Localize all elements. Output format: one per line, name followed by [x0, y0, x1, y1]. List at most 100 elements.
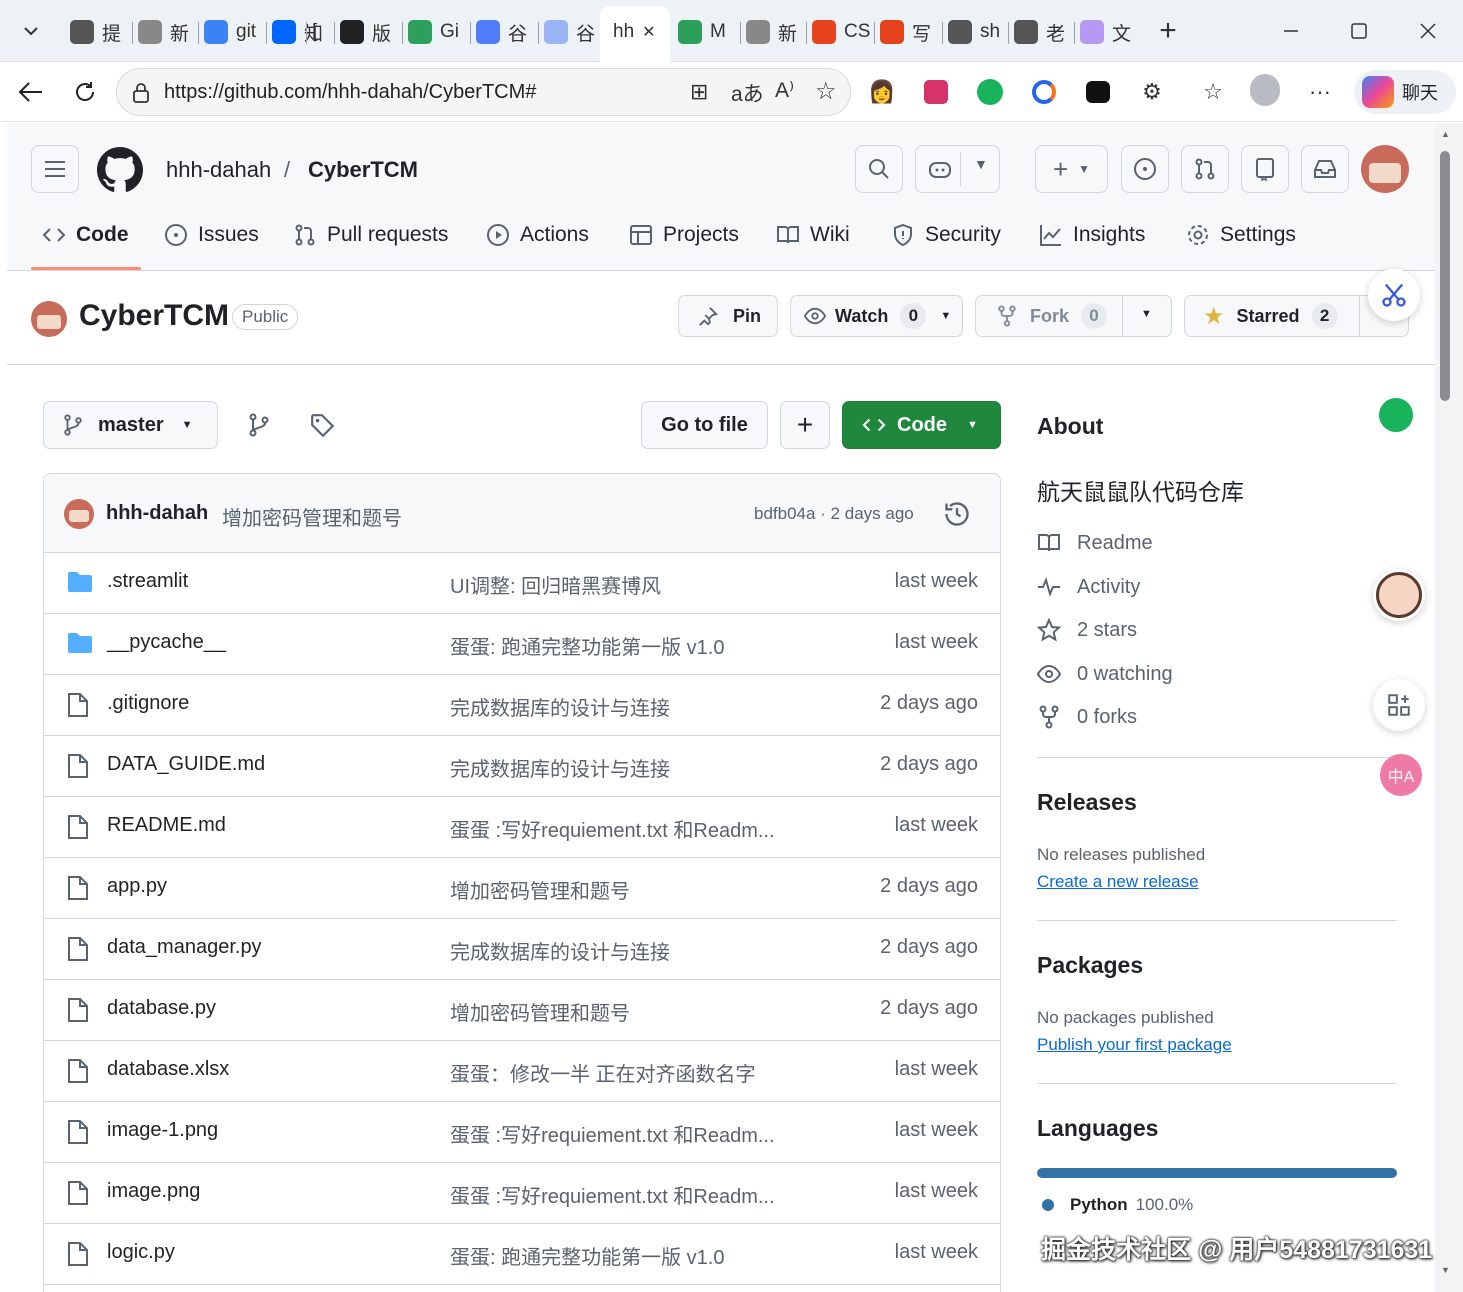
browser-tab[interactable]: M	[678, 12, 726, 52]
file-name[interactable]: README.md	[107, 814, 226, 837]
readme-link[interactable]: Readme	[1037, 531, 1153, 555]
browser-tab[interactable]: 文	[1080, 12, 1131, 52]
avatar-assistant-button[interactable]	[1373, 569, 1425, 621]
create-release-link[interactable]: Create a new release	[1037, 872, 1199, 892]
tab-list-chevron-icon[interactable]	[16, 16, 46, 46]
releases-heading[interactable]: Releases	[1037, 789, 1137, 816]
pin-button[interactable]: Pin	[678, 295, 778, 337]
extension-pink-icon[interactable]	[921, 77, 951, 107]
favorite-star-icon[interactable]: ☆	[815, 77, 837, 106]
code-dropdown-button[interactable]: Code ▼	[842, 401, 1001, 449]
go-to-file-button[interactable]: Go to file	[641, 401, 768, 449]
table-row[interactable]: README.md 蛋蛋 :写好requiement.txt 和Readm... l…	[44, 797, 1000, 858]
tab-insights[interactable]: Insights	[1039, 220, 1145, 250]
scroll-up-arrow[interactable]: ▲	[1441, 129, 1450, 139]
github-logo-icon[interactable]	[97, 147, 143, 198]
file-name[interactable]: database.xlsx	[107, 1058, 229, 1081]
tags-icon[interactable]	[310, 413, 336, 444]
file-commit-message[interactable]: 完成数据库的设计与连接	[450, 753, 670, 782]
table-row[interactable]: .gitignore 完成数据库的设计与连接 2 days ago	[44, 675, 1000, 736]
scroll-down-arrow[interactable]: ▼	[1441, 1265, 1450, 1275]
file-name[interactable]: image.png	[107, 1180, 200, 1203]
inbox-button[interactable]	[1301, 145, 1349, 193]
browser-tab[interactable]: 新	[746, 12, 797, 52]
file-name[interactable]: .gitignore	[107, 692, 189, 715]
stars-link[interactable]: 2 stars	[1037, 618, 1137, 642]
file-name[interactable]: app.py	[107, 875, 167, 898]
publish-package-link[interactable]: Publish your first package	[1037, 1035, 1232, 1055]
commit-hash-time[interactable]: bdfb04a · 2 days ago	[754, 504, 914, 524]
table-row[interactable]: image.png 蛋蛋 :写好requiement.txt 和Readm... l…	[44, 1163, 1000, 1224]
extension-blue-icon[interactable]	[1029, 77, 1059, 107]
file-commit-message[interactable]: 完成数据库的设计与连接	[450, 692, 670, 721]
scrollbar-thumb[interactable]	[1440, 151, 1450, 401]
watching-link[interactable]: 0 watching	[1037, 662, 1173, 686]
add-file-button[interactable]: +	[780, 401, 830, 449]
file-name[interactable]: logic.py	[107, 1241, 175, 1264]
table-row[interactable]: image-1.png 蛋蛋 :写好requiement.txt 和Readm..…	[44, 1102, 1000, 1163]
file-commit-message[interactable]: 完成数据库的设计与连接	[450, 936, 670, 965]
file-name[interactable]: database.py	[107, 997, 216, 1020]
table-row[interactable]: logic.py 蛋蛋: 跑通完整功能第一版 v1.0 last week	[44, 1224, 1000, 1285]
create-new-button[interactable]: + ▼	[1035, 145, 1108, 193]
extensions-puzzle-icon[interactable]: ⚙	[1137, 77, 1167, 107]
apps-add-button[interactable]	[1373, 679, 1425, 731]
file-commit-message[interactable]: 增加密码管理和题号	[450, 875, 630, 904]
browser-tab[interactable]: 写	[880, 12, 931, 52]
file-commit-message[interactable]: 蛋蛋: 跑通完整功能第一版 v1.0	[450, 631, 724, 660]
back-arrow-icon[interactable]	[16, 77, 46, 107]
browser-tab[interactable]: 老	[1014, 12, 1065, 52]
table-row[interactable]: database.py 增加密码管理和题号 2 days ago	[44, 980, 1000, 1041]
maximize-icon[interactable]	[1344, 16, 1374, 46]
chevron-down-icon[interactable]: ▼	[1141, 308, 1152, 320]
repositories-button[interactable]	[1241, 145, 1289, 193]
hamburger-menu-button[interactable]	[31, 145, 79, 193]
extension-green-icon[interactable]	[975, 77, 1005, 107]
read-aloud-icon[interactable]: A⁾	[775, 78, 794, 103]
more-menu-icon[interactable]: ···	[1305, 77, 1335, 107]
language-item-python[interactable]: Python 100.0%	[1042, 1195, 1193, 1215]
repo-owner-avatar[interactable]	[31, 301, 67, 337]
repo-link[interactable]: CyberTCM	[308, 157, 418, 183]
pull-requests-button[interactable]	[1181, 145, 1229, 193]
translate-tool-button[interactable]: 中A	[1375, 749, 1427, 801]
close-tab-icon[interactable]: ✕	[642, 22, 655, 42]
history-icon[interactable]	[943, 500, 971, 533]
browser-tab[interactable]: 版	[340, 12, 391, 52]
url-text[interactable]: https://github.com/hhh-dahah/CyberTCM#	[164, 81, 536, 104]
browser-tab[interactable]: 新	[138, 12, 189, 52]
copilot-chat-button[interactable]: 聊天	[1354, 70, 1456, 114]
browser-tab[interactable]: CS	[812, 12, 870, 52]
packages-heading[interactable]: Packages	[1037, 952, 1143, 979]
address-bar[interactable]: https://github.com/hhh-dahah/CyberTCM# ⊞…	[116, 68, 851, 116]
browser-tab[interactable]: sh	[948, 12, 1000, 52]
repo-title[interactable]: CyberTCM	[79, 299, 229, 333]
commit-author[interactable]: hhh-dahah	[106, 502, 208, 525]
commit-message[interactable]: 增加密码管理和题号	[222, 502, 402, 531]
page-scrollbar[interactable]: ▲ ▼	[1435, 123, 1463, 1292]
file-commit-message[interactable]: 蛋蛋 :写好requiement.txt 和Readm...	[450, 1119, 775, 1148]
table-row[interactable]: data_manager.py 完成数据库的设计与连接 2 days ago	[44, 919, 1000, 980]
table-row[interactable]: __pycache__ 蛋蛋: 跑通完整功能第一版 v1.0 last week	[44, 614, 1000, 675]
tab-wiki[interactable]: Wiki	[776, 220, 850, 250]
browser-tab[interactable]: 谷	[544, 12, 595, 52]
file-name[interactable]: data_manager.py	[107, 936, 262, 959]
watch-button[interactable]: Watch 0 ▼	[790, 295, 963, 337]
commit-author-avatar[interactable]	[64, 499, 94, 529]
chevron-down-icon[interactable]: ▼	[940, 310, 951, 322]
extension-avatar-icon[interactable]: 👩	[867, 77, 897, 107]
file-name[interactable]: .streamlit	[107, 570, 188, 593]
browser-tab[interactable]: git	[204, 12, 256, 52]
branch-selector[interactable]: master ▼	[43, 401, 218, 449]
browser-tab[interactable]: 提	[70, 12, 121, 52]
fork-button[interactable]: Fork 0 ▼	[975, 295, 1172, 337]
browser-tab[interactable]: Gi	[408, 12, 459, 52]
file-name[interactable]: DATA_GUIDE.md	[107, 753, 265, 776]
owner-link[interactable]: hhh-dahah	[166, 157, 271, 183]
green-extension-button[interactable]	[1370, 389, 1422, 441]
table-row[interactable]: database.xlsx 蛋蛋：修改一半 正在对齐函数名字 last week	[44, 1041, 1000, 1102]
close-window-icon[interactable]	[1413, 16, 1443, 46]
translate-icon[interactable]: aあ	[731, 78, 764, 108]
extension-black-icon[interactable]	[1083, 77, 1113, 107]
issues-button[interactable]	[1121, 145, 1169, 193]
